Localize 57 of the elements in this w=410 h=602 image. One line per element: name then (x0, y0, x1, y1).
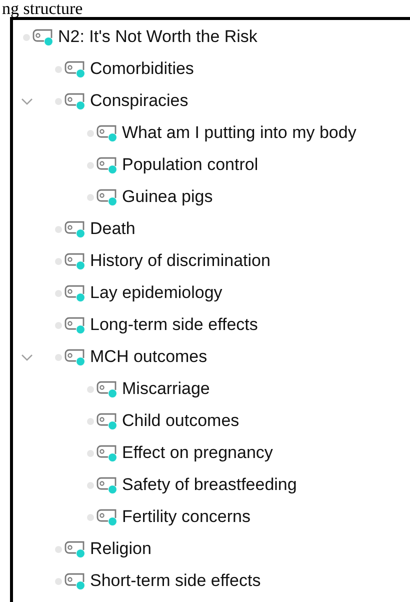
tree-item[interactable]: Population control (122, 155, 258, 175)
node-icon (96, 380, 118, 398)
tree-item[interactable]: Effect on pregnancy (122, 443, 273, 463)
node-icon (64, 540, 86, 558)
node-icon (96, 412, 118, 430)
node-icon (96, 156, 118, 174)
status-dot-icon (55, 226, 62, 232)
node-icon (64, 572, 86, 590)
status-dot-icon (87, 386, 94, 392)
node-icon (96, 476, 118, 494)
tree-item[interactable]: Lay epidemiology (90, 283, 222, 303)
tree-item[interactable]: Comorbidities (90, 59, 194, 79)
status-dot-icon (55, 322, 62, 328)
tree-item[interactable]: N2: It's Not Worth the Risk (58, 27, 258, 47)
chevron-icon[interactable] (21, 98, 33, 106)
status-dot-icon (55, 290, 62, 296)
node-icon (96, 188, 118, 206)
tree-item[interactable]: Short-term side effects (90, 571, 261, 591)
status-dot-icon (87, 482, 94, 488)
node-icon (64, 284, 86, 302)
status-dot-icon (55, 546, 62, 552)
status-dot-icon (87, 450, 94, 456)
node-icon (64, 60, 86, 78)
tree-item[interactable]: Death (90, 219, 136, 239)
node-icon (64, 316, 86, 334)
status-dot-icon (87, 162, 94, 168)
node-icon (64, 92, 86, 110)
tree-item[interactable]: Conspiracies (90, 91, 188, 111)
node-icon (96, 444, 118, 462)
tree-item[interactable]: Guinea pigs (122, 187, 213, 207)
status-dot-icon (23, 34, 30, 40)
node-icon (64, 252, 86, 270)
tree-item[interactable]: History of discrimination (90, 251, 270, 271)
page-heading: ng structure (2, 0, 83, 17)
tree-item[interactable]: MCH outcomes (90, 347, 208, 367)
tree-item[interactable]: Fertility concerns (122, 507, 250, 527)
tree-item[interactable]: Long-term side effects (90, 315, 258, 335)
node-icon (64, 220, 86, 238)
tree-item[interactable]: Safety of breastfeeding (122, 475, 297, 495)
node-icon (96, 124, 118, 142)
node-icon (64, 348, 86, 366)
status-dot-icon (87, 130, 94, 136)
tree-item[interactable]: Religion (90, 539, 152, 559)
status-dot-icon (55, 578, 62, 584)
node-icon (32, 28, 54, 46)
status-dot-icon (55, 258, 62, 264)
status-dot-icon (55, 354, 62, 360)
tree-item[interactable]: Miscarriage (122, 379, 210, 399)
status-dot-icon (55, 98, 62, 104)
chevron-icon[interactable] (21, 354, 33, 362)
status-dot-icon (87, 194, 94, 200)
status-dot-icon (87, 418, 94, 424)
status-dot-icon (87, 514, 94, 520)
status-dot-icon (55, 66, 62, 72)
tree-item[interactable]: Child outcomes (122, 411, 240, 431)
node-icon (96, 508, 118, 526)
tree-item[interactable]: What am I putting into my body (122, 123, 356, 143)
